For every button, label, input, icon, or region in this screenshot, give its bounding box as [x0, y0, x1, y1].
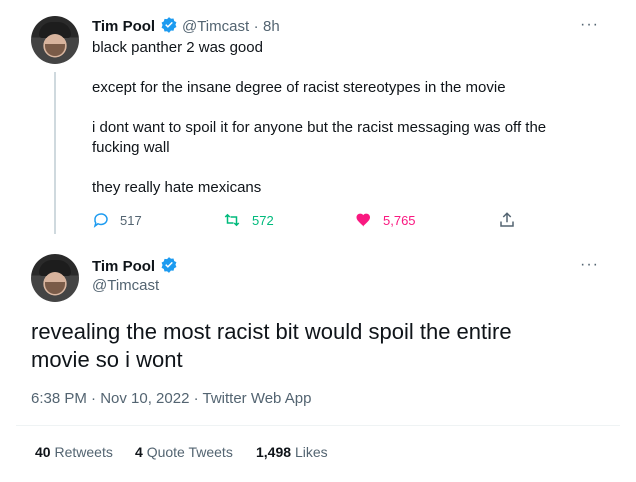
- user-handle[interactable]: @Timcast: [92, 277, 159, 294]
- reply-icon: [93, 213, 108, 228]
- thread-connector: [54, 72, 56, 234]
- tweet-text: black panther 2 was good: [92, 38, 263, 58]
- quote-tweets-stat[interactable]: 4 Quote Tweets: [135, 444, 233, 460]
- tweet-line: they really hate mexicans: [92, 179, 262, 196]
- more-options-icon[interactable]: ···: [580, 16, 599, 34]
- timestamp[interactable]: 8h: [263, 18, 280, 35]
- retweet-count: 572: [252, 212, 274, 228]
- more-options-icon[interactable]: ···: [580, 256, 599, 274]
- stat-label: Quote Tweets: [146, 444, 233, 460]
- tweet1-header: Tim Pool @Timcast · 8h: [92, 16, 280, 39]
- likes-stat[interactable]: 1,498 Likes: [256, 444, 328, 460]
- share-icon: [500, 212, 514, 227]
- tweet-text: revealing the most racist bit would spoi…: [31, 318, 512, 374]
- stat-count: 1,498: [256, 444, 292, 460]
- reply-button[interactable]: 517: [92, 211, 142, 229]
- like-count: 5,765: [383, 212, 416, 228]
- verified-badge-icon: [160, 256, 178, 279]
- tweet-line: fucking wall: [92, 139, 170, 156]
- display-name[interactable]: Tim Pool: [92, 258, 155, 275]
- tweet-meta[interactable]: 6:38 PM · Nov 10, 2022 · Twitter Web App: [31, 390, 311, 407]
- retweet-icon: [224, 213, 240, 227]
- avatar[interactable]: [31, 16, 79, 64]
- tweet-line: movie so i wont: [31, 347, 183, 372]
- share-button[interactable]: [498, 211, 516, 229]
- tweet-line: except for the insane degree of racist s…: [92, 79, 506, 96]
- user-handle[interactable]: @Timcast: [182, 18, 249, 35]
- stat-label: Likes: [294, 444, 328, 460]
- retweets-stat[interactable]: 40 Retweets: [35, 444, 113, 460]
- tweet-line: i dont want to spoil it for anyone but t…: [92, 119, 547, 136]
- display-name[interactable]: Tim Pool: [92, 18, 155, 35]
- tweet-line: black panther 2 was good: [92, 39, 263, 56]
- stat-label: Retweets: [54, 444, 113, 460]
- tweet-line: revealing the most racist bit would spoi…: [31, 319, 512, 344]
- like-button[interactable]: 5,765: [355, 211, 416, 229]
- tweet2-header: Tim Pool: [92, 256, 178, 279]
- stat-count: 40: [35, 444, 51, 460]
- heart-icon: [356, 213, 370, 227]
- avatar[interactable]: [31, 254, 79, 302]
- divider: [16, 425, 620, 426]
- retweet-button[interactable]: 572: [222, 211, 274, 229]
- separator: ·: [253, 18, 259, 35]
- stat-count: 4: [135, 444, 143, 460]
- verified-badge-icon: [160, 16, 178, 39]
- reply-count: 517: [120, 212, 142, 228]
